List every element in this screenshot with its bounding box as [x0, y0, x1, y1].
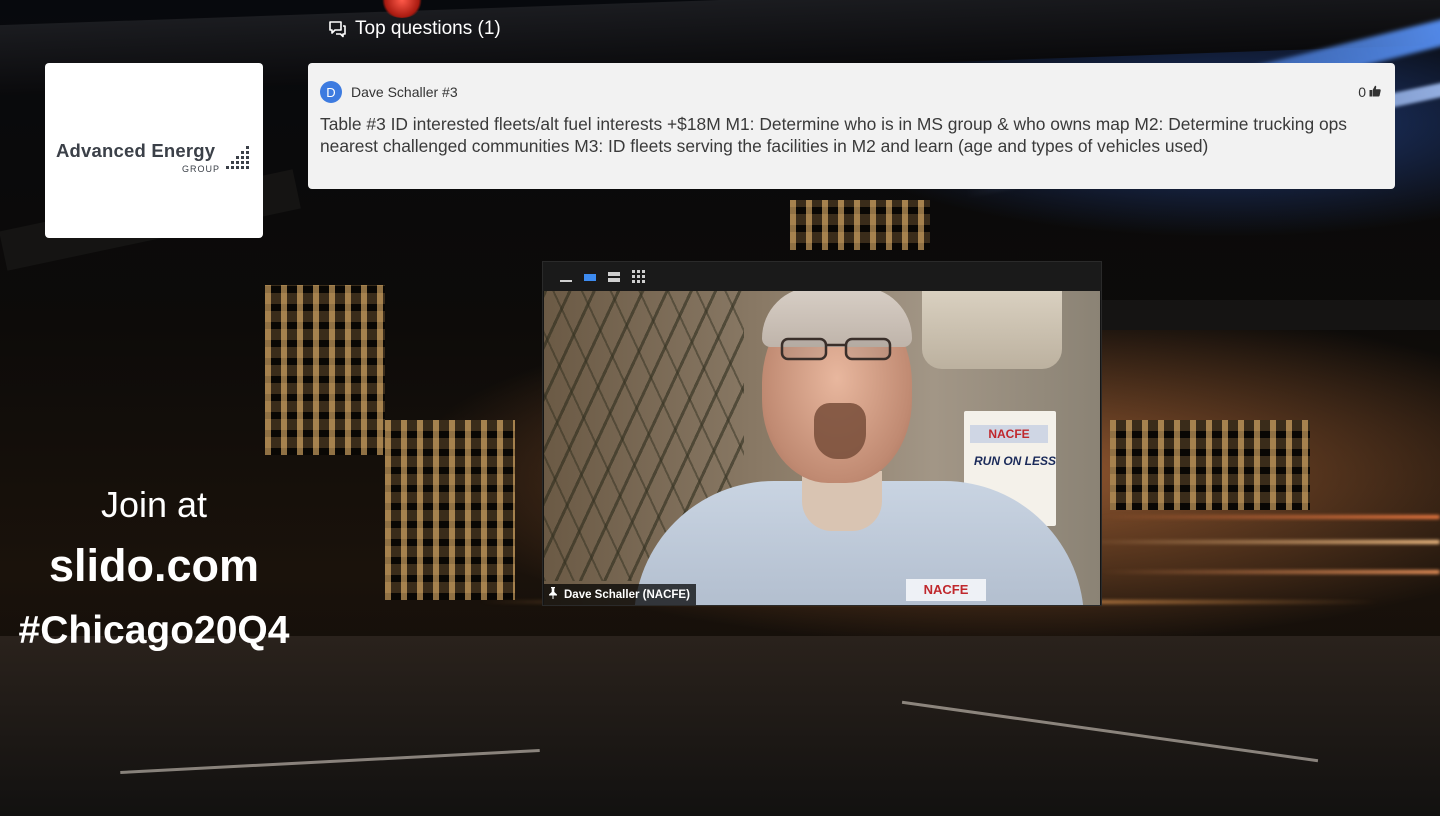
- event-hashtag: #Chicago20Q4: [18, 609, 290, 652]
- glasses: [780, 337, 892, 361]
- stacked-view-button[interactable]: [607, 270, 621, 284]
- logo-dots-icon: [226, 145, 249, 169]
- speaker-view-button[interactable]: [583, 270, 597, 284]
- lamp-shade: [922, 291, 1062, 369]
- light-streak: [1080, 540, 1440, 544]
- video-window: NACFE RUN ON LESS NACFE Dave Schaller (N…: [542, 261, 1102, 606]
- building: [385, 420, 515, 600]
- avatar: D: [320, 81, 342, 103]
- video-toolbar: [543, 262, 1101, 291]
- top-questions-label: Top questions (1): [355, 18, 501, 39]
- join-at-label: Join at: [100, 484, 208, 525]
- building: [265, 285, 385, 455]
- logo-sub-text: GROUP: [181, 163, 220, 174]
- question-text: Table #3 ID interested fleets/alt fuel i…: [320, 114, 1348, 156]
- question-author: Dave Schaller #3: [351, 84, 458, 100]
- sign-body-text: RUN ON LESS: [974, 454, 1057, 468]
- building: [790, 200, 930, 250]
- light-streak: [1100, 515, 1440, 519]
- minimize-icon: [560, 279, 572, 282]
- bridge-beam: [1100, 300, 1440, 330]
- participant-name: Dave Schaller (NACFE): [564, 588, 690, 601]
- participant-video: NACFE RUN ON LESS NACFE Dave Schaller (N…: [544, 291, 1100, 605]
- question-header: D Dave Schaller #3 0: [320, 81, 1383, 103]
- top-questions-header: Top questions (1): [328, 18, 501, 40]
- gallery-view-button[interactable]: [631, 270, 645, 284]
- light-streak: [1100, 570, 1440, 574]
- sponsor-logo-card: Advanced Energy GROUP: [45, 63, 263, 238]
- join-site: slido.com: [48, 540, 260, 591]
- minimize-video-button[interactable]: [559, 270, 573, 284]
- question-card[interactable]: D Dave Schaller #3 0 Table #3 ID interes…: [308, 63, 1395, 189]
- stacked-view-icon: [608, 271, 620, 282]
- sign-top-text: NACFE: [970, 425, 1048, 443]
- speaker-view-icon: [584, 273, 596, 281]
- pin-icon: [548, 587, 558, 602]
- thumbs-up-icon: [1369, 84, 1381, 100]
- questions-icon: [328, 20, 347, 38]
- participant-name-tag: Dave Schaller (NACFE): [544, 584, 696, 605]
- upvote-button[interactable]: 0: [1358, 84, 1381, 100]
- advanced-energy-logo: Advanced Energy GROUP: [56, 140, 252, 174]
- gallery-grid-icon: [631, 270, 645, 283]
- shirt-logo: NACFE: [906, 579, 986, 601]
- vote-count: 0: [1358, 84, 1366, 100]
- person-goatee: [814, 403, 866, 459]
- building: [1110, 420, 1310, 510]
- road: [0, 636, 1440, 816]
